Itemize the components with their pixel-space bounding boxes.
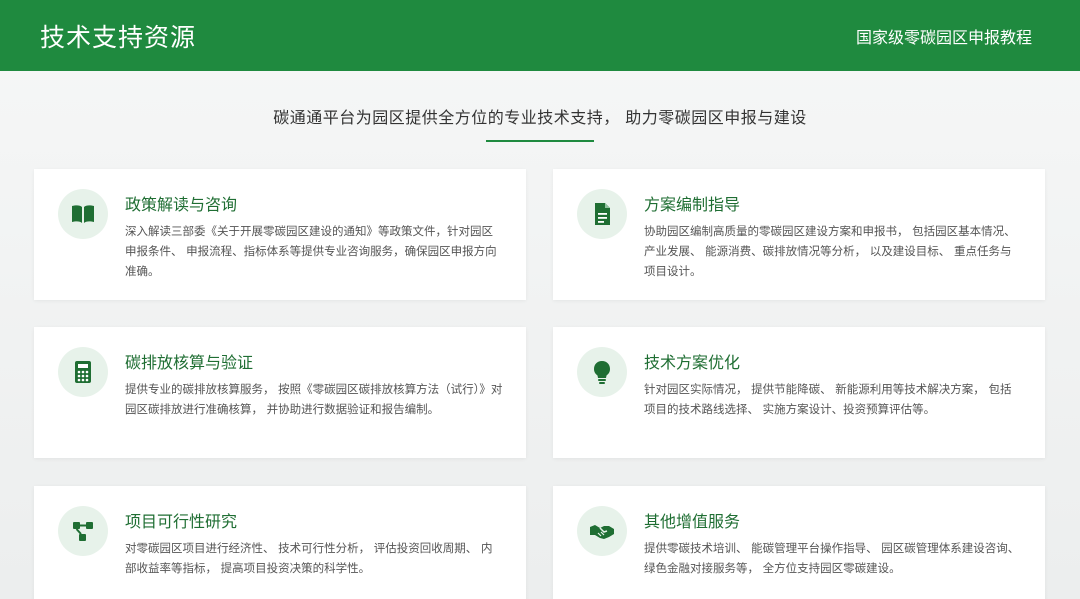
- service-card-value-added[interactable]: 其他增值服务 提供零碳技术培训、 能碳管理平台操作指导、 园区碳管理体系建设咨询…: [553, 486, 1045, 599]
- service-card-tech-optimization[interactable]: 技术方案优化 针对园区实际情况， 提供节能降碳、 新能源利用等技术解决方案， 包…: [553, 327, 1045, 458]
- card-title: 项目可行性研究: [125, 512, 238, 531]
- card-title: 技术方案优化: [644, 353, 741, 372]
- handshake-icon: [577, 506, 627, 556]
- card-title: 碳排放核算与验证: [125, 353, 254, 372]
- intro-text: 碳通通平台为园区提供全方位的专业技术支持， 助力零碳园区申报与建设: [273, 108, 807, 127]
- project-diagram-icon: [58, 506, 108, 556]
- card-description: 提供专业的碳排放核算服务， 按照《零碳园区碳排放核算方法（试行）》对园区碳排放进…: [125, 382, 503, 416]
- page-title: 技术支持资源: [40, 22, 197, 52]
- card-title: 方案编制指导: [644, 195, 741, 214]
- service-card-plan[interactable]: 方案编制指导 协助园区编制高质量的零碳园区建设方案和申报书， 包括园区基本情况、…: [553, 169, 1045, 300]
- service-card-feasibility[interactable]: 项目可行性研究 对零碳园区项目进行经济性、 技术可行性分析， 评估投资回收周期、…: [34, 486, 526, 599]
- card-title: 其他增值服务: [644, 512, 741, 531]
- calculator-icon: [58, 347, 108, 397]
- card-description: 针对园区实际情况， 提供节能降碳、 新能源利用等技术解决方案， 包括项目的技术路…: [644, 382, 1012, 416]
- header-bar: 技术支持资源 国家级零碳园区申报教程: [0, 0, 1080, 71]
- service-card-policy[interactable]: 政策解读与咨询 深入解读三部委《关于开展零碳园区建设的通知》等政策文件，针对园区…: [34, 169, 526, 300]
- card-description: 协助园区编制高质量的零碳园区建设方案和申报书， 包括园区基本情况、产业发展、 能…: [644, 224, 1016, 278]
- card-description: 提供零碳技术培训、 能碳管理平台操作指导、 园区碳管理体系建设咨询、 绿色金融对…: [644, 541, 1020, 575]
- lightbulb-icon: [577, 347, 627, 397]
- card-description: 深入解读三部委《关于开展零碳园区建设的通知》等政策文件，针对园区申报条件、 申报…: [125, 224, 497, 278]
- header-subtitle-link[interactable]: 国家级零碳园区申报教程: [856, 24, 1032, 48]
- intro-divider: [486, 140, 594, 142]
- book-icon: [58, 189, 108, 239]
- card-title: 政策解读与咨询: [125, 195, 238, 214]
- document-icon: [577, 189, 627, 239]
- service-card-carbon-accounting[interactable]: 碳排放核算与验证 提供专业的碳排放核算服务， 按照《零碳园区碳排放核算方法（试行…: [34, 327, 526, 458]
- card-description: 对零碳园区项目进行经济性、 技术可行性分析， 评估投资回收周期、 内部收益率等指…: [125, 541, 493, 575]
